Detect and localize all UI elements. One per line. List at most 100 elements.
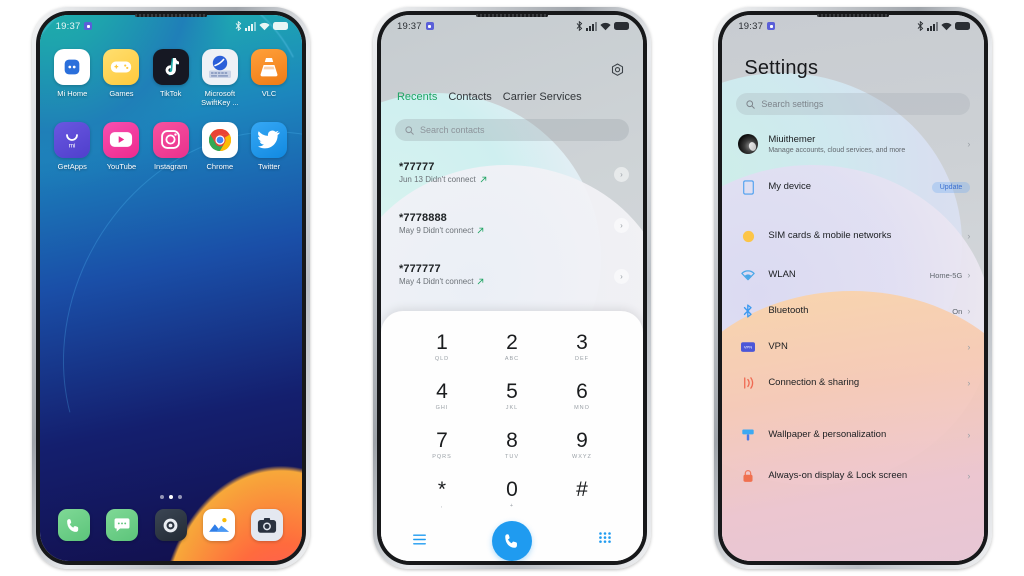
dialpad-key-3[interactable]: 3 DEF: [547, 327, 617, 368]
page-dot[interactable]: [177, 495, 182, 499]
keypad-icon[interactable]: [599, 532, 611, 550]
tab-recents[interactable]: Recents: [397, 91, 437, 103]
vlc-icon: [251, 49, 288, 85]
search-settings-input[interactable]: Search settings: [736, 93, 971, 115]
dialpad-key-1[interactable]: 1 QLD: [407, 327, 477, 368]
wifi-icon: [259, 22, 270, 31]
chevron-right-icon[interactable]: ›: [967, 270, 970, 280]
wifi-icon: [600, 22, 611, 31]
dialpad-key-7[interactable]: 7 PQRS: [407, 425, 477, 466]
settings-row-right: ›: [967, 430, 970, 440]
app-swiftkey[interactable]: Microsoft SwiftKey ...: [195, 49, 244, 108]
page-dot[interactable]: [159, 495, 164, 499]
chevron-right-icon[interactable]: ›: [613, 167, 629, 182]
recent-detail: Jun 13 Didn't connect: [399, 175, 625, 184]
dialpad-key-0[interactable]: 0 +: [477, 474, 547, 515]
settings-row-wlan[interactable]: WLAN Home-5G ›: [722, 257, 984, 293]
chevron-right-icon[interactable]: ›: [967, 378, 970, 388]
outgoing-call-arrow-icon: [478, 227, 484, 234]
app-label: VLC: [261, 89, 277, 98]
call-button[interactable]: [492, 521, 533, 561]
settings-row-my-device[interactable]: My device Update: [722, 167, 984, 207]
app-twitter[interactable]: Twitter: [244, 121, 293, 171]
app-label: Microsoft SwiftKey ...: [201, 89, 239, 108]
settings-row-right: ›: [967, 139, 970, 149]
dialpad-key-2[interactable]: 2 ABC: [477, 327, 547, 368]
app-label: GetApps: [57, 161, 87, 171]
page-dot-active[interactable]: [168, 495, 173, 499]
recent-call-row[interactable]: *777777 May 4 Didn't connect ›: [381, 257, 643, 308]
recent-call-row[interactable]: *77777 Jun 13 Didn't connect ›: [381, 155, 643, 206]
chevron-right-icon[interactable]: ›: [967, 231, 970, 241]
dialpad-key-star[interactable]: *,: [407, 474, 477, 515]
camera-icon[interactable]: [251, 509, 284, 541]
chevron-right-icon[interactable]: ›: [967, 430, 970, 440]
dialpad-key-hash[interactable]: #: [547, 474, 617, 515]
update-badge[interactable]: Update: [931, 181, 971, 193]
chevron-right-icon[interactable]: ›: [967, 471, 970, 481]
settings-row-lock-screen[interactable]: Always-on display & Lock screen ›: [722, 455, 984, 497]
settings-row-connection-sharing[interactable]: Connection & sharing ›: [722, 365, 984, 401]
app-getapps[interactable]: mi GetApps: [48, 121, 97, 171]
settings-row-wallpaper[interactable]: Wallpaper & personalization ›: [722, 415, 984, 455]
chevron-right-icon[interactable]: ›: [613, 269, 629, 284]
app-youtube[interactable]: YouTube: [97, 121, 146, 171]
settings-row-vpn[interactable]: VPN VPN ›: [722, 329, 984, 365]
vpn-icon: VPN: [738, 342, 758, 352]
dialpad-key-8[interactable]: 8 TUV: [477, 425, 547, 466]
settings-row-value: On: [952, 306, 963, 316]
settings-row-bluetooth[interactable]: Bluetooth On ›: [722, 293, 984, 329]
key-letters: JKL: [505, 405, 519, 411]
getapps-icon: mi: [54, 121, 91, 158]
settings-row-label: Always-on display & Lock screen: [768, 470, 908, 482]
settings-row-account[interactable]: Miuithemer Manage accounts, cloud servic…: [722, 121, 984, 167]
chevron-right-icon[interactable]: ›: [613, 218, 629, 233]
games-icon: [103, 49, 140, 85]
recent-call-row[interactable]: *7778888 May 9 Didn't connect ›: [381, 206, 643, 257]
app-games[interactable]: Games: [97, 49, 146, 108]
search-icon: [746, 99, 756, 109]
app-instagram[interactable]: Instagram: [146, 121, 195, 171]
phone-icon[interactable]: [57, 509, 90, 541]
app-label: Instagram: [153, 161, 188, 171]
chevron-right-icon[interactable]: ›: [967, 139, 970, 149]
settings-icon[interactable]: [154, 509, 187, 541]
key-letters: GHI: [435, 405, 449, 411]
tab-carrier-services[interactable]: Carrier Services: [503, 91, 582, 103]
settings-row-sim-cards[interactable]: SIM cards & mobile networks ›: [722, 215, 984, 257]
app-label: YouTube: [106, 161, 137, 171]
app-tiktok[interactable]: TikTok: [146, 49, 195, 108]
settings-row-label: Connection & sharing: [768, 377, 860, 389]
recent-number: *77777: [398, 161, 435, 173]
search-contacts-input[interactable]: Search contacts: [394, 119, 629, 141]
gallery-icon[interactable]: [203, 509, 236, 541]
app-mi-home[interactable]: Mi Home: [48, 49, 97, 108]
key-digit: *: [437, 478, 447, 501]
messages-icon[interactable]: [106, 509, 139, 541]
dialpad-key-6[interactable]: 6 MNO: [547, 376, 617, 417]
settings-row-text: Miuithemer Manage accounts, cloud servic…: [758, 134, 967, 155]
battery-icon: [955, 22, 971, 30]
bluetooth-icon: [738, 304, 758, 318]
settings-row-label: WLAN: [768, 269, 796, 281]
tab-contacts[interactable]: Contacts: [448, 91, 491, 103]
dialpad-key-4[interactable]: 4 GHI: [407, 376, 477, 417]
app-chrome[interactable]: Chrome: [195, 121, 244, 171]
earpiece-speaker: [475, 14, 548, 17]
app-vlc[interactable]: VLC: [244, 49, 293, 108]
menu-list-icon[interactable]: [413, 532, 426, 550]
dialpad-key-5[interactable]: 5 JKL: [477, 376, 547, 417]
app-grid: Mi Home Games TikTok Microsoft SwiftKey …: [40, 49, 302, 171]
chevron-right-icon[interactable]: ›: [967, 306, 970, 316]
dialpad-key-9[interactable]: 9 WXYZ: [547, 425, 617, 466]
sim-card-icon: [738, 230, 758, 243]
bluetooth-icon: [235, 21, 242, 31]
bluetooth-icon: [576, 21, 583, 31]
signal-icon: [244, 21, 256, 31]
chevron-right-icon[interactable]: ›: [967, 342, 970, 352]
status-bar-right: [917, 21, 971, 31]
settings-row-label: Miuithemer: [768, 133, 816, 145]
settings-gear-icon[interactable]: [610, 63, 625, 83]
wifi-icon: [738, 269, 758, 281]
battery-icon: [613, 22, 629, 30]
